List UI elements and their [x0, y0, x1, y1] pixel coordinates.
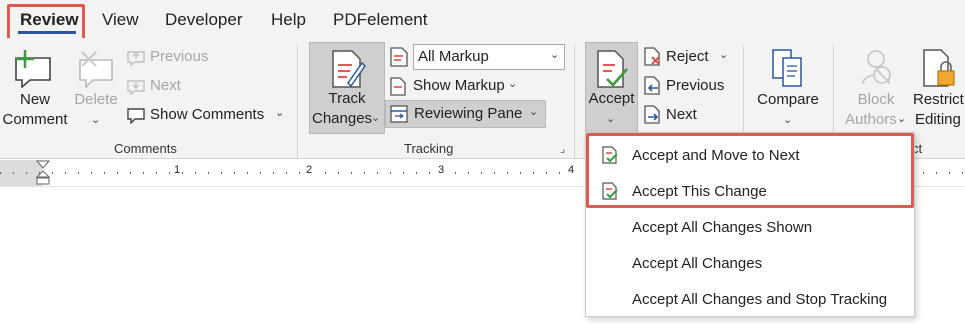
- previous-change-button[interactable]: Previous: [642, 75, 732, 97]
- menu-item-accept-all-changes[interactable]: Accept All Changes: [586, 245, 914, 281]
- display-for-review-icon: [390, 47, 408, 67]
- menu-item-label: Accept All Changes and Stop Tracking: [632, 291, 888, 308]
- delete-label: Delete: [74, 91, 118, 108]
- block-authors-chevron-down-icon: ⌄: [897, 113, 907, 125]
- show-markup-label: Show Markup: [413, 77, 505, 94]
- menu-item-accept-all-changes-shown[interactable]: Accept All Changes Shown: [586, 209, 914, 245]
- reject-chevron-down-icon: ⌄: [719, 49, 729, 61]
- block-authors-label-2: Authors: [845, 111, 897, 128]
- compare-chevron-down-icon: ⌄: [783, 114, 793, 126]
- reviewing-pane-icon: [390, 105, 408, 123]
- tab-pdfelement[interactable]: PDFelement: [333, 10, 427, 30]
- markup-display-value: All Markup: [418, 48, 489, 65]
- delete-chevron-down-icon: ⌄: [91, 114, 101, 126]
- delete-comment-icon: [79, 51, 113, 88]
- new-comment-icon: [15, 50, 51, 88]
- tab-view[interactable]: View: [102, 10, 139, 30]
- tab-developer[interactable]: Developer: [165, 10, 243, 30]
- show-comments-button[interactable]: Show Comments ⌄: [126, 105, 291, 127]
- track-changes-chevron-down-icon: ⌄: [371, 112, 381, 124]
- indent-marker-icon[interactable]: [36, 160, 50, 186]
- track-changes-label-2: Changes: [312, 110, 373, 127]
- track-changes-label-1: Track: [328, 90, 366, 107]
- new-comment-label-1: New: [19, 91, 50, 108]
- group-label-comments: Comments: [114, 141, 177, 156]
- group-separator: [574, 46, 575, 158]
- markup-select-chevron-down-icon: ⌄: [550, 49, 560, 61]
- restrict-editing-label-1: Restrict: [913, 91, 964, 108]
- ruler-number: 4: [566, 164, 577, 176]
- previous-comment-button[interactable]: Previous: [126, 48, 286, 68]
- tracking-dialog-launcher-icon[interactable]: ⌟: [560, 142, 565, 155]
- next-comment-label: Next: [150, 77, 181, 94]
- menu-item-accept-all-and-stop-tracking[interactable]: Accept All Changes and Stop Tracking: [586, 281, 914, 317]
- previous-change-label: Previous: [666, 77, 725, 94]
- menu-item-label: Accept All Changes: [632, 255, 763, 272]
- accept-icon: [597, 50, 628, 88]
- previous-change-icon: [644, 76, 660, 95]
- show-markup-icon: [390, 77, 406, 96]
- reject-button[interactable]: Reject ⌄: [642, 46, 734, 68]
- next-change-icon: [644, 105, 660, 124]
- restrict-editing-button[interactable]: Restrict Editing: [909, 44, 965, 132]
- accept-button[interactable]: Accept ⌄: [585, 42, 638, 134]
- reviewing-pane-label: Reviewing Pane: [414, 105, 523, 122]
- reject-icon: [644, 47, 660, 66]
- compare-label: Compare: [757, 91, 819, 108]
- ruler-number: 2: [304, 164, 315, 176]
- accept-options-highlight: [586, 133, 914, 208]
- track-changes-button[interactable]: Track Changes ⌄: [309, 42, 385, 134]
- reject-label: Reject: [666, 48, 709, 65]
- show-comments-chevron-down-icon: ⌄: [275, 107, 285, 119]
- previous-comment-label: Previous: [150, 48, 209, 65]
- delete-comment-button[interactable]: Delete ⌄: [72, 44, 120, 132]
- track-changes-icon: [332, 50, 366, 88]
- ribbon-tab-bar: Review View Developer Help PDFelement: [0, 0, 965, 38]
- markup-display-select[interactable]: All Markup ⌄: [413, 44, 565, 70]
- show-comments-label: Show Comments: [150, 106, 265, 123]
- restrict-editing-label-2: Editing: [915, 111, 961, 128]
- compare-icon: [772, 49, 802, 87]
- ruler-number: 1: [172, 164, 183, 176]
- reviewing-pane-chevron-down-icon: ⌄: [529, 106, 539, 118]
- previous-comment-icon: [127, 51, 145, 66]
- reviewing-pane-button[interactable]: Reviewing Pane ⌄: [385, 100, 546, 128]
- block-authors-button[interactable]: Block Authors ⌄: [845, 44, 907, 132]
- ruler-number: 3: [436, 164, 447, 176]
- next-comment-icon: [127, 80, 145, 95]
- menu-item-label: Accept All Changes Shown: [632, 219, 813, 236]
- show-comments-icon: [127, 108, 145, 124]
- accept-chevron-down-icon: ⌄: [606, 113, 616, 125]
- block-authors-icon: [862, 50, 891, 85]
- accept-label: Accept: [588, 90, 635, 107]
- group-separator: [297, 46, 298, 158]
- tab-help[interactable]: Help: [271, 10, 306, 30]
- next-comment-button[interactable]: Next: [126, 77, 286, 97]
- show-markup-button[interactable]: Show Markup ⌄: [388, 76, 523, 98]
- new-comment-label-2: Comment: [2, 111, 68, 128]
- next-change-button[interactable]: Next: [642, 104, 712, 126]
- block-authors-label-1: Block: [857, 91, 895, 108]
- restrict-editing-icon: [923, 49, 955, 87]
- new-comment-button[interactable]: New Comment: [0, 44, 70, 132]
- group-label-tracking: Tracking: [404, 141, 454, 156]
- show-markup-chevron-down-icon: ⌄: [508, 78, 518, 90]
- next-change-label: Next: [666, 106, 697, 123]
- compare-button[interactable]: Compare ⌄: [752, 44, 824, 132]
